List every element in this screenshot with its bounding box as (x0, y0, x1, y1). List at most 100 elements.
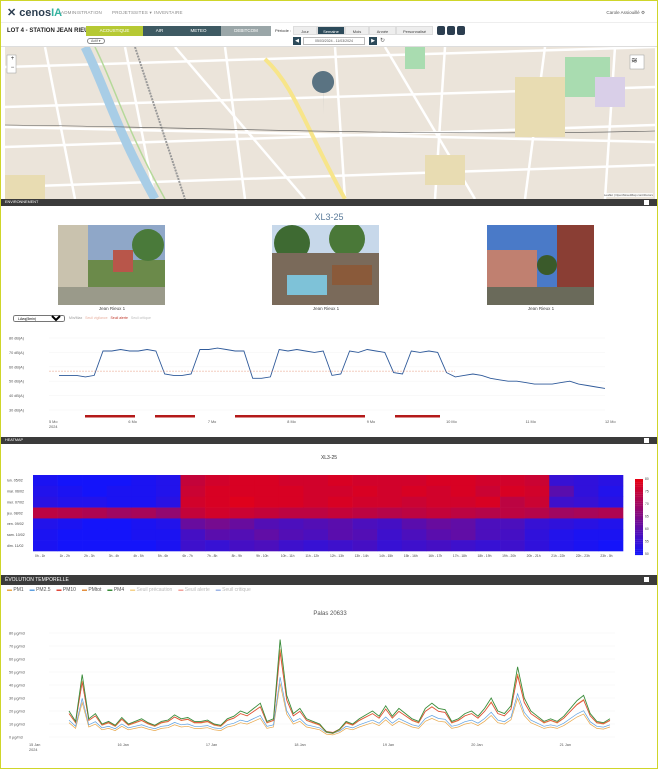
tab-meteo[interactable]: METEO (176, 26, 221, 36)
heatmap-row-label: lun. 05/02 (7, 479, 23, 483)
period-annee[interactable]: Année (369, 26, 396, 35)
nav-sites[interactable]: SITES ▾ (134, 10, 152, 16)
heatmap-cell (524, 507, 550, 519)
scale-bar-segment (635, 494, 643, 497)
heatmap-cell (426, 485, 452, 498)
heatmap-cell (598, 507, 624, 519)
legend-alerte[interactable]: Seuil alerte (110, 316, 128, 320)
y-tick-label: 50 µg/m3 (9, 671, 25, 675)
heatmap-col-label: 18h - 19h (478, 554, 492, 558)
heatmap-cell (352, 518, 378, 530)
legend-critique[interactable]: Seuil critique (131, 316, 151, 320)
heatmap-cell (131, 529, 157, 541)
scale-bar-segment (635, 517, 643, 519)
heatmap-col-label: 21h - 22h (551, 554, 565, 558)
scale-bar-segment (635, 526, 643, 529)
date-range-input[interactable]: 05/03/2024 - 11/03/2024 (303, 37, 365, 45)
legend-item[interactable]: ▬ PM10 (57, 587, 76, 593)
nav-administration[interactable]: ADMINISTRATION (61, 10, 102, 15)
tab-debitcom[interactable]: DEBITCOM (221, 26, 271, 36)
heatmap-cell (33, 507, 58, 519)
expand-icon[interactable] (644, 200, 649, 205)
heatmap-cell (500, 507, 525, 519)
heatmap-cell (328, 529, 353, 541)
heatmap-col-label: 3h - 4h (109, 554, 119, 558)
period-personnalise[interactable]: Personnalisé (396, 26, 433, 35)
legend-item[interactable]: ▬ PM4 (107, 587, 124, 593)
period-semaine[interactable]: Semaine (317, 26, 345, 35)
heatmap-col-label: 1h - 2h (60, 554, 70, 558)
legend-label: PM2.5 (36, 587, 51, 593)
legend-item[interactable]: ▬ Seuil critique (216, 587, 251, 593)
legend-item[interactable]: ▬ PM2.5 (30, 587, 51, 593)
nav-inventaire[interactable]: INVENTAIRE (154, 10, 183, 15)
tab-air[interactable]: AIR (143, 26, 176, 36)
acoustic-index-select[interactable]: LAeq(5min) (13, 315, 65, 322)
y-tick-label: 70 dB(A) (9, 351, 25, 355)
heatmap-cell (377, 540, 403, 552)
heatmap-cell (33, 485, 58, 498)
heatmap-col-label: 15h - 16h (404, 554, 418, 558)
nav-projets[interactable]: PROJETS (112, 10, 134, 15)
heatmap-cell (254, 529, 280, 541)
heatmap-cell (352, 475, 378, 487)
station-photo-3[interactable] (487, 225, 594, 305)
period-mois[interactable]: Mois (345, 26, 369, 35)
zoom-out-button[interactable]: − (8, 64, 17, 73)
heatmap-cell (229, 518, 255, 530)
scale-bar-segment (635, 509, 643, 512)
prev-date-button[interactable]: ◀ (293, 37, 301, 45)
heatmap-cell (475, 475, 501, 487)
legend-item[interactable]: ▬ PM1 (7, 587, 24, 593)
station-photo-1[interactable] (58, 225, 165, 305)
legend-minmax[interactable]: Min/Max (69, 316, 82, 320)
heatmap-cell (106, 518, 132, 530)
expand-icon[interactable] (644, 577, 649, 582)
legend-item[interactable]: ▬ Seuil précaution (130, 587, 172, 593)
zoom-in-button[interactable]: + (8, 55, 17, 64)
download-icon[interactable] (437, 26, 445, 35)
heatmap-cell (549, 485, 575, 498)
heatmap-cell (401, 529, 427, 541)
scale-bar-segment (635, 530, 643, 533)
user-menu[interactable]: Carole Assiouillé ⚙ (606, 10, 645, 16)
tab-acoustique[interactable]: ACOUSTIQUE (86, 26, 143, 36)
heatmap-chart: lun. 05/02 mar. 06/02 mer. 07/02 jeu. 08/02… (6, 475, 649, 558)
scale-bar-segment (635, 528, 643, 531)
legend-item[interactable]: ▬ Seuil alerte (178, 587, 209, 593)
top-nav: ✕ cenosIA ADMINISTRATION PROJETS SITES ▾… (1, 1, 657, 23)
export-icon[interactable] (447, 26, 455, 35)
station-map[interactable]: + − ≋ Leaflet | OpenStreetMap contributo… (5, 47, 655, 199)
next-date-button[interactable]: ▶ (369, 37, 377, 45)
y-tick-label: 60 dB(A) (9, 365, 25, 369)
app-logo[interactable]: ✕ cenosIA (7, 6, 62, 19)
expand-icon[interactable] (644, 438, 649, 443)
scale-bar-segment (635, 553, 643, 556)
legend-vigilance[interactable]: Seuil vigilance (85, 316, 107, 320)
heatmap-cell (524, 496, 550, 508)
scale-bar-segment (635, 547, 643, 550)
heatmap-cell (205, 475, 230, 487)
user-name: Carole Assiouillé (606, 10, 640, 15)
heatmap-col-label: 5h - 6h (158, 554, 168, 558)
legend-item[interactable]: ▬ PMtot (82, 587, 101, 593)
heatmap-cell (82, 475, 108, 487)
print-icon[interactable] (457, 26, 465, 35)
heatmap-col-label: 2h - 3h (84, 554, 94, 558)
heatmap-col-label: 9h - 10h (256, 554, 268, 558)
station-status-tag[interactable]: Actif ▾ (87, 38, 105, 44)
legend-label: PM10 (62, 587, 76, 593)
station-photo-2[interactable] (272, 225, 379, 305)
heatmap-cell (500, 540, 525, 552)
heatmap-cell (229, 496, 255, 508)
layers-icon[interactable]: ≋ (631, 56, 638, 65)
heatmap-cell (57, 507, 83, 519)
environment-section-header: ENVIRONNEMENT (1, 199, 657, 206)
heatmap-cell (500, 475, 525, 487)
period-jour[interactable]: Jour (293, 26, 317, 35)
heatmap-cell (205, 496, 230, 508)
photo-caption-1: Jean Rieux 1 (98, 306, 126, 311)
heatmap-cell (450, 518, 476, 530)
heatmap-cell (426, 507, 452, 519)
refresh-icon[interactable]: ↻ (380, 37, 385, 44)
